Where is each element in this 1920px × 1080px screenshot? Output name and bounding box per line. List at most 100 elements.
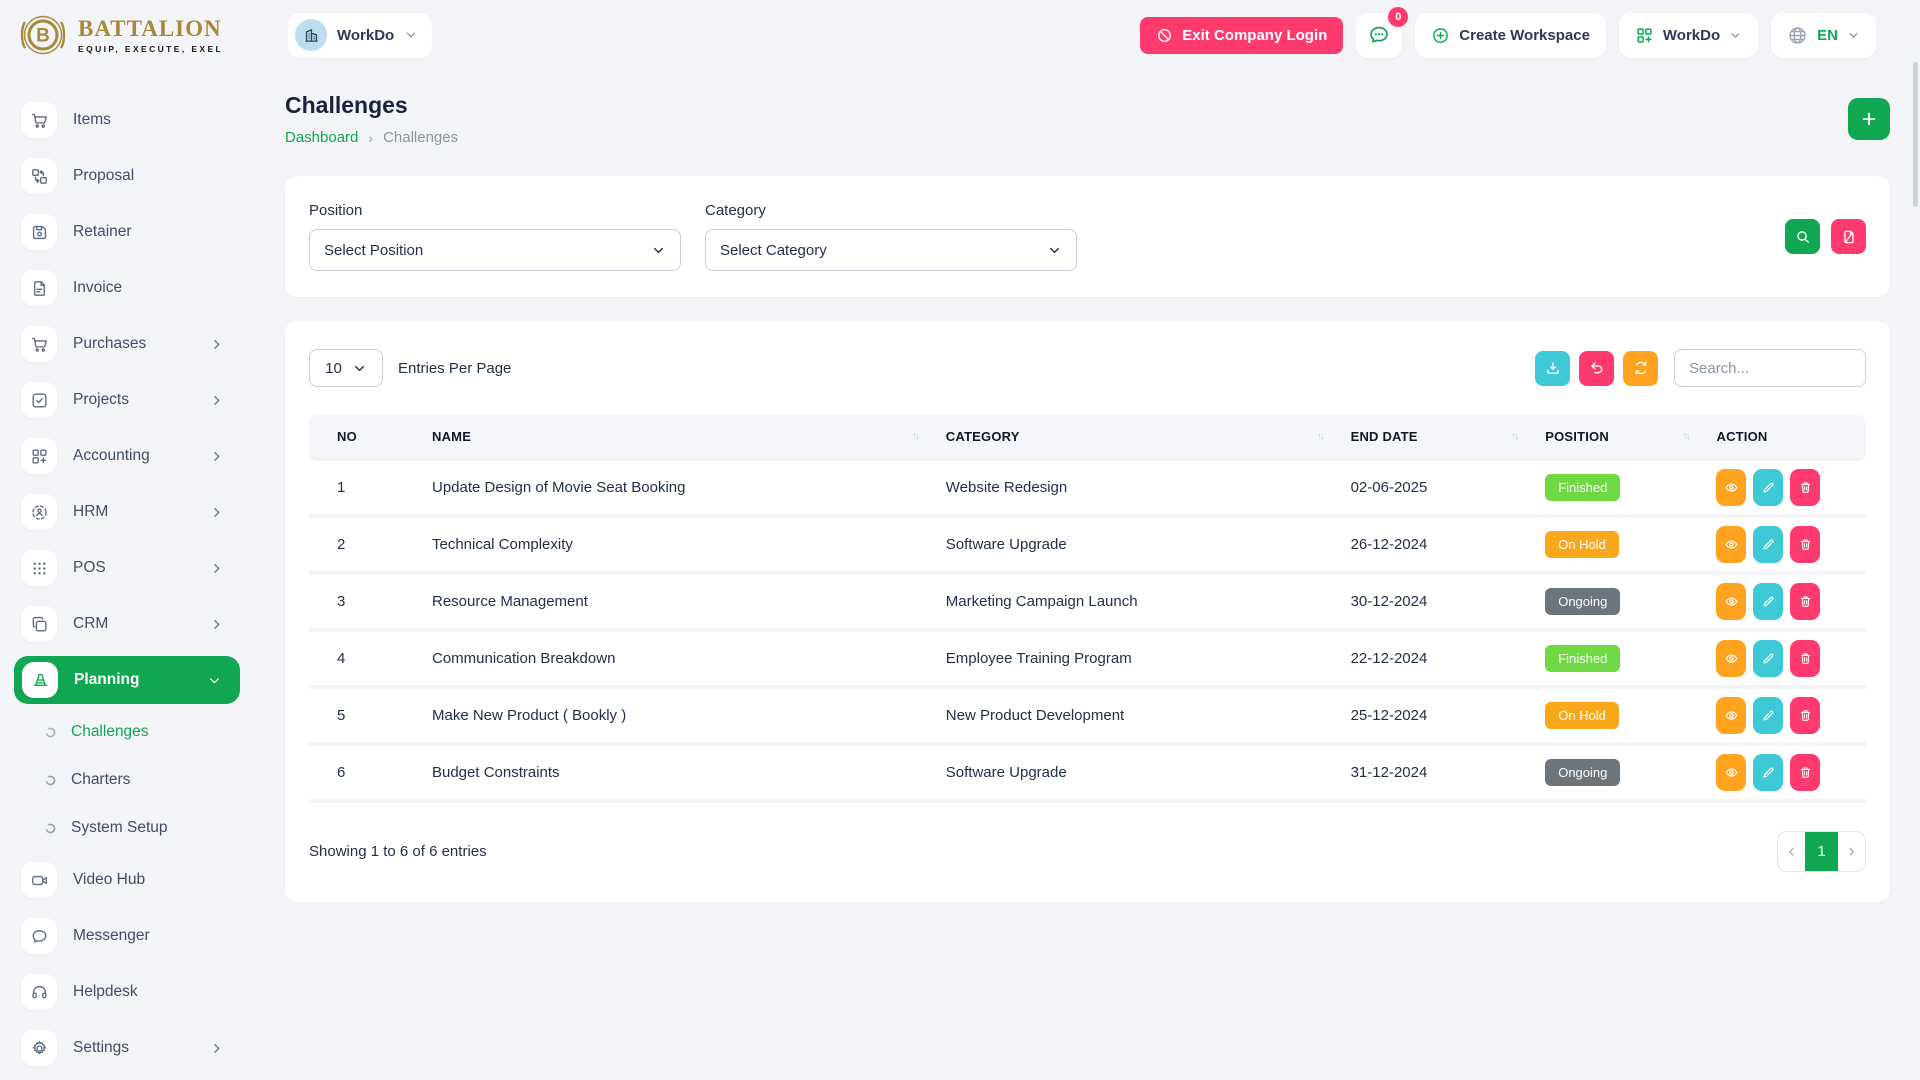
search-icon — [1795, 229, 1811, 245]
view-button[interactable] — [1716, 583, 1746, 620]
refresh-icon — [1633, 360, 1649, 376]
chevron-right-icon — [209, 561, 224, 576]
messages-button[interactable]: 0 — [1356, 13, 1402, 58]
gear-icon — [21, 1030, 57, 1066]
table-row: 1Update Design of Movie Seat BookingWebs… — [309, 461, 1866, 518]
view-button[interactable] — [1716, 754, 1746, 791]
column-header-end-date[interactable]: END DATE↑↓ — [1337, 415, 1532, 461]
undo-button[interactable] — [1579, 351, 1614, 386]
sidebar-subitem-label: System Setup — [71, 819, 168, 837]
sidebar-item-label: HRM — [73, 503, 108, 521]
main-content: Challenges Dashboard › Challenges Positi… — [285, 70, 1890, 902]
position-select[interactable]: Select Position — [309, 229, 681, 271]
next-page-button[interactable]: › — [1838, 832, 1865, 871]
sidebar-item-messenger[interactable]: Messenger — [0, 908, 262, 964]
column-header-category[interactable]: CATEGORY↑↓ — [932, 415, 1337, 461]
view-button[interactable] — [1716, 640, 1746, 677]
cone-icon — [22, 662, 58, 698]
status-badge: Finished — [1545, 645, 1620, 672]
entries-per-page-label: Entries Per Page — [398, 360, 511, 377]
sidebar-item-retainer[interactable]: Retainer — [0, 204, 262, 260]
delete-button[interactable] — [1790, 754, 1820, 791]
exit-company-login-button[interactable]: Exit Company Login — [1140, 17, 1343, 54]
add-challenge-button[interactable] — [1848, 98, 1890, 140]
apps-plus-icon — [21, 438, 57, 474]
sidebar-item-label: Items — [73, 111, 111, 129]
delete-button[interactable] — [1790, 469, 1820, 506]
current-page-button[interactable]: 1 — [1805, 832, 1838, 871]
apps-grid-plus-icon — [1635, 26, 1654, 45]
sidebar-item-invoice[interactable]: Invoice — [0, 260, 262, 316]
sidebar-item-planning[interactable]: Planning — [14, 656, 240, 704]
reset-filter-button[interactable] — [1831, 219, 1866, 254]
apply-filter-button[interactable] — [1785, 219, 1820, 254]
app-root: B BATTALION EQUIP, EXECUTE, EXEL WorkDo — [0, 0, 1920, 1080]
create-workspace-button[interactable]: Create Workspace — [1415, 13, 1606, 58]
sidebar: Items ProposalRetainerInvoicePurchases Pro… — [0, 70, 262, 1080]
sidebar-item-label: Projects — [73, 391, 129, 409]
exit-company-login-label: Exit Company Login — [1182, 27, 1327, 44]
column-header-name[interactable]: NAME↑↓ — [418, 415, 932, 461]
view-button[interactable] — [1716, 469, 1746, 506]
undo-arrow-icon — [1589, 360, 1605, 376]
sidebar-item-pos[interactable]: POS — [0, 540, 262, 596]
language-selector[interactable]: EN — [1771, 13, 1876, 58]
workspace-switcher[interactable]: WorkDo — [288, 13, 432, 58]
status-badge: Finished — [1545, 474, 1620, 501]
sidebar-item-settings[interactable]: Settings — [0, 1020, 262, 1076]
sidebar-item-helpdesk[interactable]: Helpdesk — [0, 964, 262, 1020]
edit-button[interactable] — [1753, 697, 1783, 734]
dots-grid-icon — [21, 550, 57, 586]
svg-text:B: B — [36, 26, 50, 47]
apps-menu-button[interactable]: WorkDo — [1619, 13, 1758, 58]
edit-button[interactable] — [1753, 526, 1783, 563]
position-select-value: Select Position — [324, 242, 423, 259]
sidebar-subitem-system-setup[interactable]: System Setup — [0, 804, 262, 852]
prev-page-button[interactable]: ‹ — [1778, 832, 1805, 871]
delete-button[interactable] — [1790, 640, 1820, 677]
sidebar-item-items[interactable]: Items — [0, 92, 262, 148]
page-scrollbar[interactable] — [1913, 62, 1918, 207]
cell-category: Marketing Campaign Launch — [932, 575, 1337, 632]
cell-position: On Hold — [1531, 518, 1702, 575]
chevron-right-icon — [209, 337, 224, 352]
workspace-name: WorkDo — [337, 27, 394, 44]
notification-badge: 0 — [1388, 7, 1408, 27]
delete-button[interactable] — [1790, 697, 1820, 734]
file-icon — [21, 270, 57, 306]
edit-button[interactable] — [1753, 583, 1783, 620]
export-button[interactable] — [1535, 351, 1570, 386]
sidebar-item-accounting[interactable]: Accounting — [0, 428, 262, 484]
column-header-no: NO — [309, 415, 418, 461]
bullet-icon — [44, 774, 57, 787]
sidebar-item-proposal[interactable]: Proposal — [0, 148, 262, 204]
cell-no: 1 — [309, 461, 418, 518]
edit-button[interactable] — [1753, 640, 1783, 677]
view-button[interactable] — [1716, 526, 1746, 563]
sidebar-item-projects[interactable]: Projects — [0, 372, 262, 428]
sidebar-item-hrm[interactable]: HRM — [0, 484, 262, 540]
refresh-button[interactable] — [1623, 351, 1658, 386]
sidebar-subitem-charters[interactable]: Charters — [0, 756, 262, 804]
sidebar-item-video-hub[interactable]: Video Hub — [0, 852, 262, 908]
cell-end-date: 26-12-2024 — [1337, 518, 1532, 575]
category-select[interactable]: Select Category — [705, 229, 1077, 271]
cell-action — [1702, 518, 1866, 575]
breadcrumb-dashboard-link[interactable]: Dashboard — [285, 129, 358, 146]
eye-icon — [1724, 480, 1739, 495]
entries-per-page-select[interactable]: 10 — [309, 349, 383, 387]
challenges-table-card: 10 Entries Per Page — [285, 321, 1890, 902]
delete-button[interactable] — [1790, 526, 1820, 563]
edit-button[interactable] — [1753, 469, 1783, 506]
sidebar-item-purchases[interactable]: Purchases — [0, 316, 262, 372]
sidebar-subitem-challenges[interactable]: Challenges — [0, 708, 262, 756]
sidebar-item-crm[interactable]: CRM — [0, 596, 262, 652]
table-search-input[interactable] — [1674, 349, 1866, 387]
cell-position: Finished — [1531, 461, 1702, 518]
column-header-position[interactable]: POSITION↑↓ — [1531, 415, 1702, 461]
edit-button[interactable] — [1753, 754, 1783, 791]
view-button[interactable] — [1716, 697, 1746, 734]
sort-arrows-icon: ↑↓ — [912, 431, 918, 442]
eye-icon — [1724, 594, 1739, 609]
delete-button[interactable] — [1790, 583, 1820, 620]
